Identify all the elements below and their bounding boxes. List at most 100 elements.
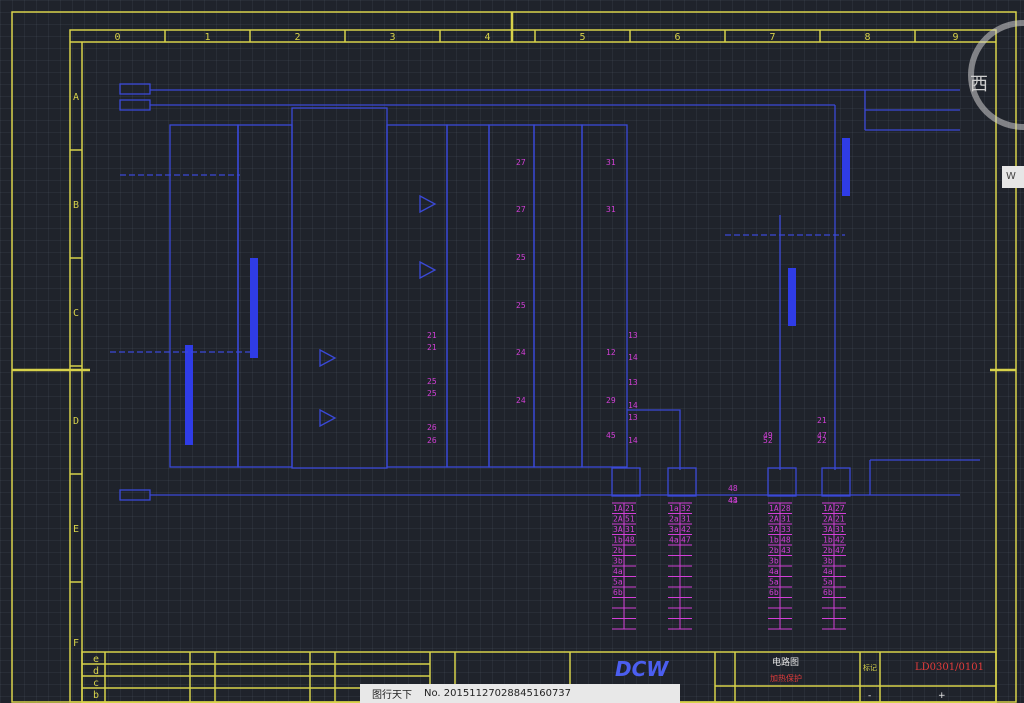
- viewcube-tooltip: W: [1002, 166, 1024, 188]
- terminal-number: 27: [835, 504, 845, 513]
- terminal-label: 1A: [769, 504, 779, 513]
- contact-number: 13: [628, 378, 638, 387]
- contact-number: 14: [628, 353, 638, 362]
- relay-block-3: [446, 124, 681, 470]
- row-label: D: [73, 416, 79, 427]
- contact-number: 26: [427, 423, 437, 432]
- terminal-label: 3A: [613, 525, 623, 534]
- contact-number: 48: [728, 484, 738, 493]
- drawing-number: LD0301/0101: [915, 662, 984, 673]
- terminal-label: 3A: [823, 525, 833, 534]
- cad-viewport[interactable]: 0123456789 ABCDEF 21 21 25 25 26 26 27 2…: [0, 0, 1024, 703]
- terminal-number: 42: [835, 536, 845, 545]
- contact-number: 26: [427, 436, 437, 445]
- terminal-number: 21: [835, 515, 845, 524]
- row-label: E: [73, 524, 79, 535]
- column-label: 7: [770, 32, 776, 43]
- row-label: C: [73, 308, 79, 319]
- watermark-site: 图行天下: [372, 690, 412, 701]
- row-label: B: [73, 200, 79, 211]
- terminal-label: 2A: [769, 515, 779, 524]
- terminal-label: 2b: [823, 546, 833, 555]
- contact-number: 25: [427, 377, 437, 386]
- contact-number: 22: [817, 436, 827, 445]
- terminal-number: 42: [681, 525, 691, 534]
- contact-number: 14: [628, 401, 638, 410]
- contact-number: 24: [516, 348, 526, 357]
- watermark-number: No. 20151127028845160737: [424, 688, 572, 699]
- rev-letter-b: b: [93, 690, 99, 701]
- terminal-label: 3b: [769, 557, 779, 566]
- contact-number: 24: [516, 396, 526, 405]
- contact-number: 13: [628, 331, 638, 340]
- terminal-label: 2b: [613, 546, 623, 555]
- contact-number: 31: [606, 158, 616, 167]
- terminal-label: 2a: [669, 515, 679, 524]
- terminal-label: 6b: [823, 588, 833, 597]
- column-ruler: 0 1 2 3 4 5 6 7 8 9: [115, 30, 959, 43]
- column-label: 2: [295, 32, 301, 43]
- column-label: 1: [205, 32, 211, 43]
- rev-letter-d: d: [93, 666, 99, 677]
- terminal-label: 3A: [769, 525, 779, 534]
- terminal-label: 4a: [613, 567, 623, 576]
- terminal-label: 3a: [669, 525, 679, 534]
- relay-block-4: [725, 138, 850, 470]
- contact-number: 14: [628, 436, 638, 445]
- terminal-number: 43: [781, 546, 791, 555]
- terminal-label: 1b: [823, 536, 833, 545]
- column-label: 3: [390, 32, 396, 43]
- row-label: A: [73, 92, 79, 103]
- terminal-label: 1A: [823, 504, 833, 513]
- terminal-number: 28: [781, 504, 791, 513]
- contact-number: 29: [606, 396, 616, 405]
- contact-number: 21: [427, 331, 437, 340]
- terminal-number: 31: [625, 525, 635, 534]
- rev-letter-c: c: [93, 678, 99, 689]
- contact-number: 21: [817, 416, 827, 425]
- terminal-strip: 1A 2A3A 1b2b 3b4a 5a6b 28 3133 4843: [768, 502, 792, 630]
- contact-number: 25: [427, 389, 437, 398]
- column-label: 8: [865, 32, 871, 43]
- drawing-title: 电路图: [772, 656, 799, 668]
- contact-number: 45: [606, 431, 616, 440]
- contact-number: 31: [606, 205, 616, 214]
- terminal-number: 31: [835, 525, 845, 534]
- terminal-label: 2A: [823, 515, 833, 524]
- terminal-label: 3b: [823, 557, 833, 566]
- contact-number: 25: [516, 301, 526, 310]
- contact-number: 52: [763, 436, 773, 445]
- compass-west-label: 西: [970, 74, 988, 95]
- minus-mark: -: [868, 691, 871, 701]
- terminal-label: 1b: [613, 536, 623, 545]
- terminal-label: 2b: [769, 546, 779, 555]
- terminal-label: 4a: [769, 567, 779, 576]
- terminal-label: 1A: [613, 504, 623, 513]
- column-label: 6: [675, 32, 681, 43]
- sheet-label: 标记: [863, 663, 877, 672]
- relay-block-2: [291, 107, 448, 469]
- terminal-label: 6b: [769, 588, 779, 597]
- terminal-strip: 1A 2A3A 1b2b 3b4a 5a6b 27 2131 4247: [822, 502, 846, 630]
- column-label: 5: [580, 32, 586, 43]
- terminal-number: 31: [781, 515, 791, 524]
- terminal-label: 5a: [823, 578, 833, 587]
- drawing-canvas[interactable]: 0123456789 ABCDEF 2121252526262727252524…: [0, 0, 1024, 703]
- contact-number: 12: [606, 348, 616, 357]
- contact-number: 13: [628, 413, 638, 422]
- column-label: 4: [485, 32, 491, 43]
- power-bus: [119, 83, 980, 501]
- contact-number: 44: [728, 496, 738, 505]
- terminal-number: 51: [625, 515, 635, 524]
- terminal-number: 21: [625, 504, 635, 513]
- terminal-label: 4a: [823, 567, 833, 576]
- terminal-number: 48: [781, 536, 791, 545]
- terminal-number: 47: [681, 536, 691, 545]
- terminal-label: 1a: [669, 504, 679, 513]
- terminal-strip: 1a 2a3a 4a 32 3142 47: [668, 502, 692, 630]
- column-label: 0: [115, 32, 121, 43]
- rev-letter-e: e: [93, 654, 99, 665]
- company-logo: DCW: [615, 657, 669, 681]
- watermark-bar: 图行天下 No. 20151127028845160737: [360, 684, 680, 703]
- contact-number: 21: [427, 343, 437, 352]
